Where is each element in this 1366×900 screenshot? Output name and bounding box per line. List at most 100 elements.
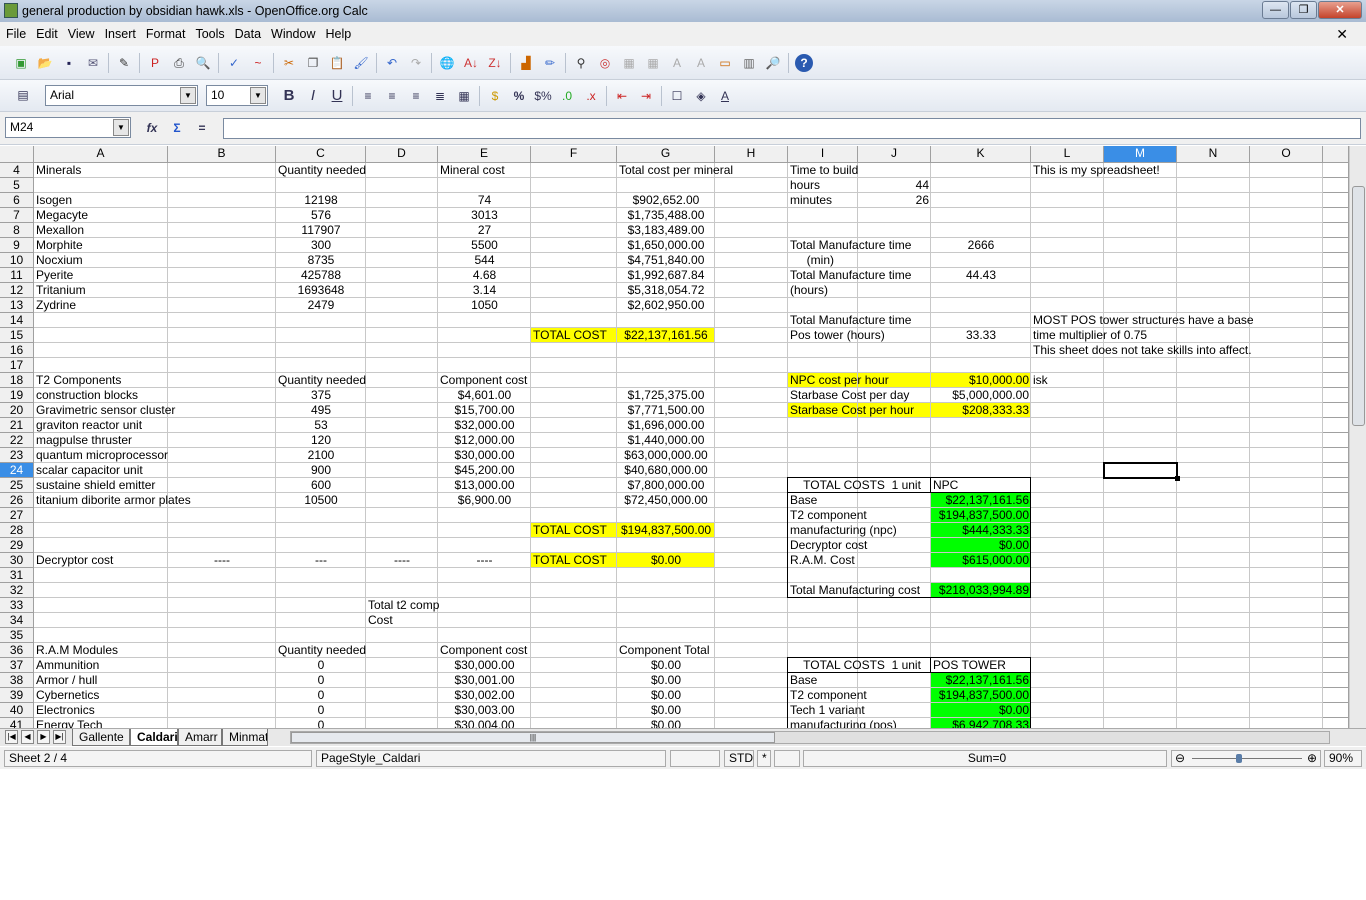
background-color-icon[interactable]: ◈: [692, 87, 710, 105]
cell-l40[interactable]: [1031, 703, 1104, 718]
cell-p41[interactable]: [1323, 718, 1349, 728]
cell-f26[interactable]: [531, 493, 617, 508]
cell-p27[interactable]: [1323, 508, 1349, 523]
sheet-tab-caldari[interactable]: Caldari: [130, 729, 178, 746]
cell-i17[interactable]: [788, 358, 858, 373]
cell-e33[interactable]: [438, 598, 531, 613]
row-header-15[interactable]: 15: [0, 328, 34, 343]
cut-icon[interactable]: ✂: [280, 54, 298, 72]
cell-l25[interactable]: [1031, 478, 1104, 493]
cell-o23[interactable]: [1250, 448, 1323, 463]
paste-icon[interactable]: 📋: [328, 54, 346, 72]
cell-m17[interactable]: [1104, 358, 1177, 373]
autospell-icon[interactable]: ~: [249, 54, 267, 72]
cell-o36[interactable]: [1250, 643, 1323, 658]
cell-b10[interactable]: [168, 253, 276, 268]
horizontal-scroll-thumb[interactable]: |||: [291, 732, 775, 743]
cell-p18[interactable]: [1323, 373, 1349, 388]
cell-n5[interactable]: [1177, 178, 1250, 193]
cell-h32[interactable]: [715, 583, 788, 598]
cell-h10[interactable]: [715, 253, 788, 268]
cell-l32[interactable]: [1031, 583, 1104, 598]
cell-o26[interactable]: [1250, 493, 1323, 508]
row-header-6[interactable]: 6: [0, 193, 34, 208]
cell-d4[interactable]: [366, 163, 438, 178]
cell-f8[interactable]: [531, 223, 617, 238]
cell-p20[interactable]: [1323, 403, 1349, 418]
cell-d8[interactable]: [366, 223, 438, 238]
cell-j30[interactable]: [858, 553, 931, 568]
row-header-14[interactable]: 14: [0, 313, 34, 328]
menu-window[interactable]: Window: [271, 27, 315, 41]
cell-d24[interactable]: [366, 463, 438, 478]
page-preview-icon[interactable]: 🔍: [194, 54, 212, 72]
cell-p17[interactable]: [1323, 358, 1349, 373]
cell-l13[interactable]: [1031, 298, 1104, 313]
cell-m7[interactable]: [1104, 208, 1177, 223]
row-header-11[interactable]: 11: [0, 268, 34, 283]
cell-d11[interactable]: [366, 268, 438, 283]
cell-p33[interactable]: [1323, 598, 1349, 613]
cell-j8[interactable]: [858, 223, 931, 238]
cell-d14[interactable]: [366, 313, 438, 328]
row-header-41[interactable]: 41: [0, 718, 34, 728]
cell-n29[interactable]: [1177, 538, 1250, 553]
cell-l27[interactable]: [1031, 508, 1104, 523]
cell-e17[interactable]: [438, 358, 531, 373]
cell-d9[interactable]: [366, 238, 438, 253]
cell-j31[interactable]: [858, 568, 931, 583]
cell-i23[interactable]: [788, 448, 858, 463]
cell-b33[interactable]: [168, 598, 276, 613]
cell-m38[interactable]: [1104, 673, 1177, 688]
cell-f37[interactable]: [531, 658, 617, 673]
cell-p16[interactable]: [1323, 343, 1349, 358]
styles-icon[interactable]: ▤: [14, 86, 32, 104]
cell-l10[interactable]: [1031, 253, 1104, 268]
cell-m32[interactable]: [1104, 583, 1177, 598]
cell-n34[interactable]: [1177, 613, 1250, 628]
percent-button[interactable]: %: [510, 87, 528, 105]
cell-i7[interactable]: [788, 208, 858, 223]
cell-d15[interactable]: [366, 328, 438, 343]
cell-n13[interactable]: [1177, 298, 1250, 313]
cell-j40[interactable]: [858, 703, 931, 718]
cell-l34[interactable]: [1031, 613, 1104, 628]
cell-h12[interactable]: [715, 283, 788, 298]
cell-m23[interactable]: [1104, 448, 1177, 463]
font-name-select[interactable]: Arial ▼: [45, 85, 198, 106]
cell-j16[interactable]: [858, 343, 931, 358]
cell-l33[interactable]: [1031, 598, 1104, 613]
cell-o41[interactable]: [1250, 718, 1323, 728]
cell-m28[interactable]: [1104, 523, 1177, 538]
cell-n24[interactable]: [1177, 463, 1250, 478]
cell-b27[interactable]: [168, 508, 276, 523]
undo-icon[interactable]: ↶: [383, 54, 401, 72]
cell-p21[interactable]: [1323, 418, 1349, 433]
cell-i24[interactable]: [788, 463, 858, 478]
cell-h9[interactable]: [715, 238, 788, 253]
cell-d13[interactable]: [366, 298, 438, 313]
row-header-8[interactable]: 8: [0, 223, 34, 238]
cell-m36[interactable]: [1104, 643, 1177, 658]
cell-f31[interactable]: [531, 568, 617, 583]
cell-f10[interactable]: [531, 253, 617, 268]
cell-j24[interactable]: [858, 463, 931, 478]
cell-f7[interactable]: [531, 208, 617, 223]
cell-h14[interactable]: [715, 313, 788, 328]
cell-b40[interactable]: [168, 703, 276, 718]
cell-k23[interactable]: [931, 448, 1031, 463]
column-header-k[interactable]: K: [931, 146, 1031, 163]
cell-d26[interactable]: [366, 493, 438, 508]
cell-a33[interactable]: [34, 598, 168, 613]
cell-m25[interactable]: [1104, 478, 1177, 493]
cell-n30[interactable]: [1177, 553, 1250, 568]
cell-d39[interactable]: [366, 688, 438, 703]
column-header-n[interactable]: N: [1177, 146, 1250, 163]
cell-o27[interactable]: [1250, 508, 1323, 523]
cell-g5[interactable]: [617, 178, 715, 193]
cell-j23[interactable]: [858, 448, 931, 463]
sheet-tab-minmatar[interactable]: Minmatar: [222, 729, 268, 746]
cell-f20[interactable]: [531, 403, 617, 418]
cell-d36[interactable]: [366, 643, 438, 658]
menu-tools[interactable]: Tools: [195, 27, 224, 41]
